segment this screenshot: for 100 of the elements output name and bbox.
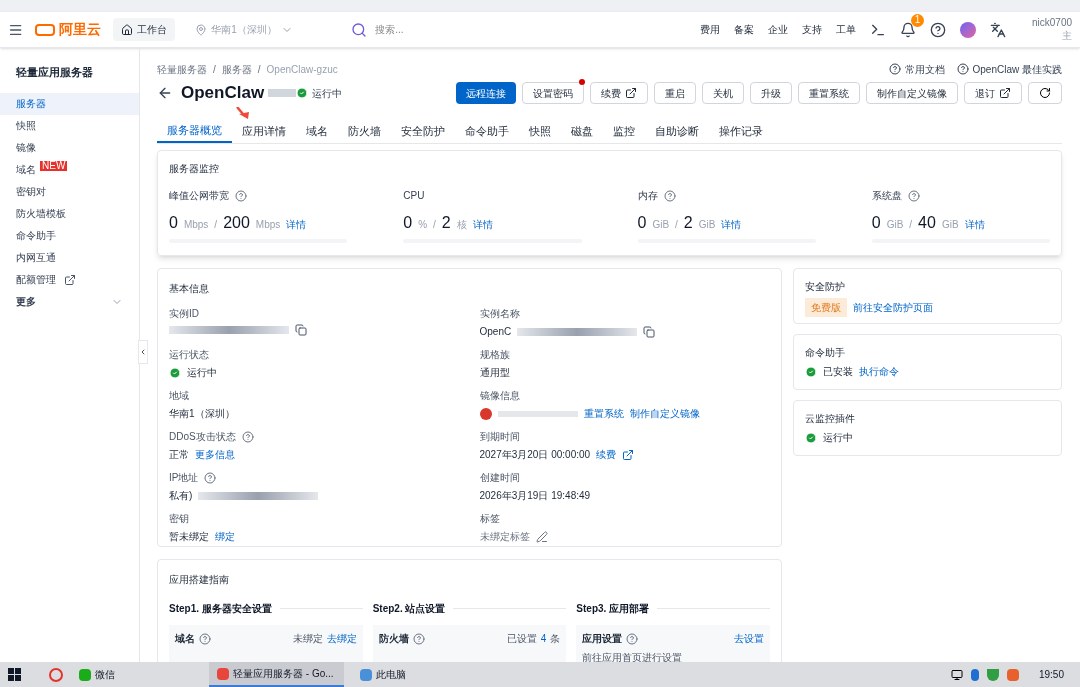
check-icon bbox=[296, 87, 309, 99]
help-icon[interactable] bbox=[956, 63, 969, 75]
action-button[interactable]: 续费 bbox=[590, 82, 648, 104]
assistant-icon[interactable] bbox=[960, 21, 976, 38]
mascot-icon bbox=[479, 407, 492, 420]
external-link-icon[interactable] bbox=[64, 273, 76, 286]
action-button[interactable]: 重置系统 bbox=[798, 82, 860, 104]
help-icon[interactable] bbox=[888, 63, 901, 75]
taskbar-app[interactable]: 轻量应用服务器 - Go... bbox=[209, 662, 344, 687]
action-button[interactable]: 设置密码 bbox=[522, 82, 584, 104]
tab[interactable]: 自助诊断 bbox=[645, 119, 709, 143]
help-link[interactable]: 常用文档 bbox=[904, 61, 945, 77]
action-button[interactable]: 升级 bbox=[750, 82, 792, 104]
external-link-icon[interactable] bbox=[625, 87, 637, 99]
tab[interactable]: 监控 bbox=[603, 119, 645, 143]
nav-link[interactable]: 费用 bbox=[700, 22, 720, 37]
sidebar-item[interactable]: 快照 bbox=[16, 118, 36, 133]
refresh-icon[interactable] bbox=[1039, 87, 1051, 99]
taskbar-app[interactable]: 此电脑 bbox=[352, 662, 487, 687]
tab[interactable]: 防火墙 bbox=[338, 119, 391, 143]
tab[interactable]: 安全防护 bbox=[391, 119, 455, 143]
metric-label: 峰值公网带宽 bbox=[169, 189, 229, 203]
nav-link[interactable]: 备案 bbox=[734, 22, 754, 37]
link[interactable]: 前往安全防护页面 bbox=[853, 300, 933, 315]
tab[interactable]: 命令助手 bbox=[455, 119, 519, 143]
metric-unit: GiB bbox=[652, 218, 670, 232]
action-button[interactable]: 退订 bbox=[964, 82, 1022, 104]
free-tier-badge: 免费版 bbox=[805, 298, 847, 317]
sidebar-item[interactable]: 服务器 bbox=[16, 96, 46, 111]
help-icon[interactable] bbox=[930, 21, 946, 38]
language-icon[interactable] bbox=[990, 21, 1006, 38]
windows-start-icon[interactable] bbox=[8, 668, 21, 681]
sidebar-item[interactable]: 防火墙模板 bbox=[16, 206, 66, 221]
link[interactable]: 制作自定义镜像 bbox=[629, 406, 700, 421]
chevron-left-icon[interactable] bbox=[139, 347, 147, 357]
shield-icon[interactable] bbox=[986, 668, 999, 681]
card-title: 基本信息 bbox=[169, 282, 210, 296]
sidebar-item[interactable]: 内网互通 bbox=[16, 250, 56, 265]
bluetooth-icon[interactable] bbox=[970, 668, 979, 681]
link[interactable]: 去设置 bbox=[734, 631, 764, 646]
app-icon[interactable] bbox=[49, 667, 63, 682]
link[interactable]: 续费 bbox=[596, 447, 617, 462]
help-link[interactable]: OpenClaw 最佳实践 bbox=[972, 61, 1062, 77]
action-button[interactable]: 制作自定义镜像 bbox=[866, 82, 958, 104]
link[interactable]: 重置系统 bbox=[583, 406, 624, 421]
tab[interactable]: 域名 bbox=[296, 119, 338, 143]
link[interactable]: 执行命令 bbox=[859, 364, 899, 379]
field-label: 到期时间 bbox=[479, 430, 520, 444]
tab[interactable]: 操作记录 bbox=[709, 119, 773, 143]
details-link[interactable]: 详情 bbox=[472, 217, 493, 232]
back-icon[interactable] bbox=[157, 85, 173, 101]
search-field[interactable]: 搜索... bbox=[375, 22, 680, 37]
item-state: 未绑定 bbox=[292, 632, 323, 646]
sidebar-item[interactable]: 域名 bbox=[16, 162, 36, 177]
field-label: 实例ID bbox=[169, 307, 199, 321]
tab[interactable]: 应用详情 bbox=[232, 119, 296, 143]
breadcrumb-link[interactable]: 轻量服务器 bbox=[157, 61, 207, 77]
external-link-icon[interactable] bbox=[999, 87, 1011, 99]
tab[interactable]: 快照 bbox=[519, 119, 561, 143]
sidebar-item[interactable]: 密钥对 bbox=[16, 184, 46, 199]
workbench-button[interactable]: 工作台 bbox=[113, 18, 176, 41]
breadcrumb-link[interactable]: 服务器 bbox=[221, 61, 252, 77]
nav-link[interactable]: 企业 bbox=[768, 22, 788, 37]
details-link[interactable]: 详情 bbox=[964, 217, 985, 232]
link[interactable]: 绑定 bbox=[215, 529, 235, 544]
nav-link[interactable]: 工单 bbox=[836, 22, 856, 37]
tab[interactable]: 磁盘 bbox=[561, 119, 603, 143]
field-label: 地域 bbox=[169, 389, 189, 403]
taskbar-app[interactable]: 微信 bbox=[71, 662, 201, 687]
location-pin-icon bbox=[195, 23, 208, 36]
monitor-icon[interactable] bbox=[950, 668, 963, 681]
nav-link[interactable]: 支持 bbox=[802, 22, 822, 37]
sidebar-item[interactable]: 命令助手 bbox=[16, 228, 56, 243]
copy-icon[interactable] bbox=[643, 325, 656, 338]
link[interactable]: 去绑定 bbox=[326, 631, 357, 646]
app-icon bbox=[79, 668, 91, 681]
card-title: 云监控插件 bbox=[805, 412, 856, 426]
copy-icon[interactable] bbox=[295, 324, 307, 336]
refresh-button[interactable] bbox=[1028, 82, 1062, 104]
status-label: 运行中 bbox=[312, 86, 343, 101]
notification-icon[interactable] bbox=[900, 21, 916, 38]
details-link[interactable]: 详情 bbox=[286, 217, 307, 232]
action-button[interactable]: 关机 bbox=[702, 82, 744, 104]
user-name[interactable]: nick0700 bbox=[1031, 17, 1072, 30]
search-icon[interactable] bbox=[351, 21, 368, 38]
metric-value: 0 bbox=[637, 213, 647, 233]
check-icon bbox=[169, 366, 181, 379]
tray-app-icon[interactable] bbox=[1006, 668, 1019, 681]
clock[interactable]: 19:50 bbox=[1038, 667, 1064, 682]
sidebar-item[interactable]: 更多 bbox=[16, 294, 36, 309]
remote-connect-button[interactable]: 远程连接 bbox=[456, 82, 516, 104]
tab[interactable]: 服务器概览 bbox=[157, 119, 232, 143]
sidebar-item[interactable]: 镜像 bbox=[16, 140, 36, 155]
metric-unit: Mbps bbox=[255, 218, 281, 232]
link[interactable]: 更多信息 bbox=[195, 447, 235, 462]
card-title: 服务器监控 bbox=[169, 162, 220, 176]
details-link[interactable]: 详情 bbox=[721, 217, 742, 232]
sidebar-item[interactable]: 配额管理 bbox=[16, 272, 56, 287]
action-button[interactable]: 重启 bbox=[654, 82, 696, 104]
edit-icon[interactable] bbox=[535, 530, 548, 543]
